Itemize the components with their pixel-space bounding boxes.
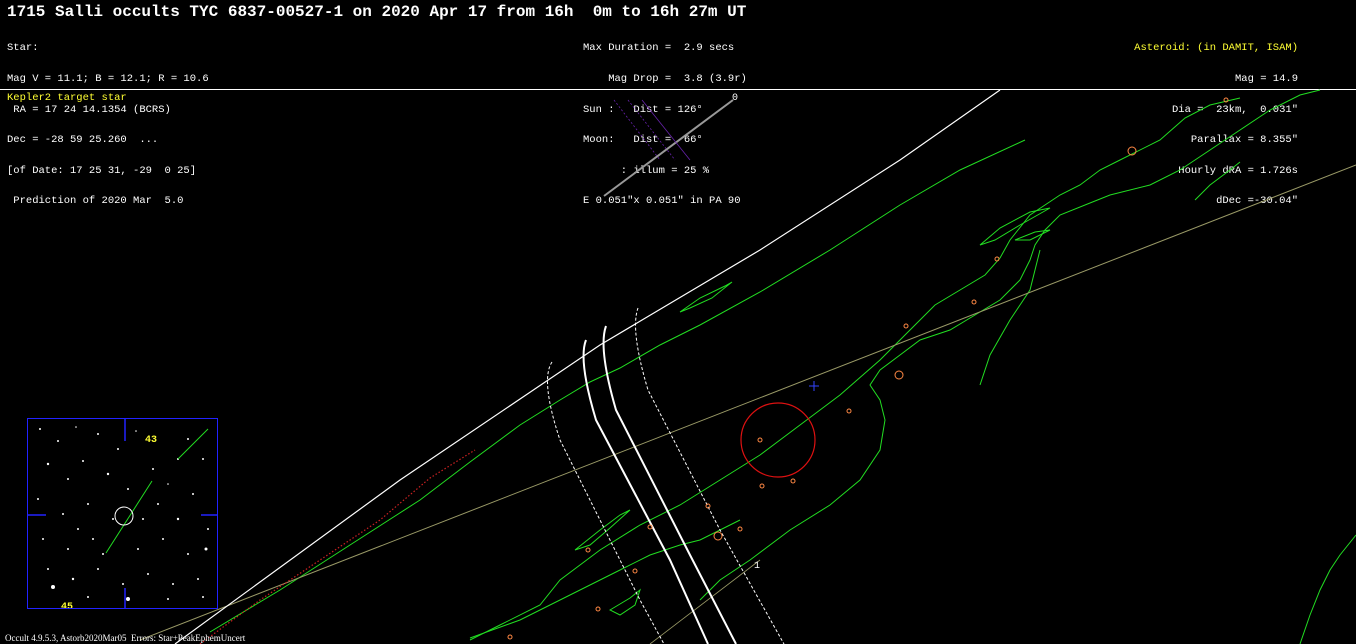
site-marker [757, 437, 763, 443]
star-dot [202, 458, 204, 460]
star-dot [87, 596, 89, 598]
star-dot [176, 517, 180, 521]
star-dot [92, 538, 94, 540]
star-dot [142, 518, 144, 520]
site-markers [507, 97, 1229, 640]
star-dot [37, 498, 39, 500]
star-dot [71, 577, 75, 581]
star-dot [51, 585, 55, 589]
site-marker [632, 568, 638, 574]
site-marker [994, 256, 1000, 262]
north-limit-line [174, 89, 1001, 644]
coastline-main [209, 139, 1026, 633]
inset-label-top: 43 [145, 435, 158, 446]
star-dot [75, 426, 77, 428]
star-dot [82, 460, 84, 462]
path-start-track [603, 99, 734, 197]
site-marker [595, 606, 601, 612]
island-4 [574, 509, 631, 551]
star-dot [167, 598, 169, 600]
site-marker [846, 408, 852, 414]
red-dotted-track [199, 449, 476, 644]
star-dot [97, 433, 99, 435]
star-dot [47, 568, 49, 570]
star-dot [157, 503, 159, 505]
star-chart-canvas [28, 419, 217, 608]
star-dot [202, 596, 204, 598]
star-chart-track [105, 480, 153, 554]
star-dot [126, 597, 130, 601]
site-marker [790, 478, 796, 484]
site-marker [894, 370, 904, 380]
coastline-bottom [1299, 534, 1356, 644]
star-dot [207, 528, 209, 530]
star-dot [167, 483, 169, 485]
star-dot [135, 430, 137, 432]
star-dot [39, 428, 41, 430]
star-dot [147, 573, 149, 575]
star-dot [87, 503, 89, 505]
star-dot [46, 462, 50, 466]
star-chart-inset: 43 45 [27, 418, 218, 609]
path-right [602, 325, 737, 644]
star-dot [137, 548, 139, 550]
star-dot [187, 553, 189, 555]
site-marker [585, 547, 591, 553]
path-start-edge [627, 99, 676, 161]
site-marker [971, 299, 977, 305]
island-5 [608, 588, 642, 616]
occultation-map-window: 1715 Salli occults TYC 6837-00527-1 on 2… [0, 0, 1356, 644]
star-dot [106, 472, 110, 476]
site-marker [759, 483, 765, 489]
island-6 [1194, 161, 1241, 201]
star-field [37, 426, 209, 601]
star-chart-track-2 [177, 428, 209, 460]
star-dot [77, 528, 79, 530]
star-dot [97, 568, 99, 570]
star-dot [162, 538, 164, 540]
island-3 [1014, 229, 1051, 241]
star-dot [172, 583, 174, 585]
target-star-circle [114, 506, 134, 526]
path-start-edge [613, 99, 661, 161]
occultation-path [547, 307, 785, 644]
coastline-inland [469, 97, 1241, 641]
star-dot [187, 438, 189, 440]
star-dot [204, 547, 208, 551]
coastline-east [699, 89, 1321, 601]
site-marker [507, 634, 513, 640]
coastlines [209, 89, 1356, 644]
star-dot [117, 448, 119, 450]
inset-label-bottom: 45 [61, 602, 74, 609]
star-dot [127, 488, 129, 490]
star-dot [102, 553, 104, 555]
site-marker [737, 526, 743, 532]
island-1 [679, 281, 733, 313]
site-marker [647, 524, 653, 530]
island-2 [979, 207, 1051, 246]
shadow-circle [740, 402, 816, 478]
grid-line-short [649, 559, 761, 644]
star-dot [67, 478, 69, 480]
star-dot [67, 548, 69, 550]
center-cross-icon [809, 381, 819, 391]
star-dot [42, 538, 44, 540]
path-start-label: 0 [732, 93, 738, 104]
star-dot [152, 468, 154, 470]
star-dot [62, 513, 64, 515]
star-dot [192, 493, 194, 495]
site-marker [903, 323, 909, 329]
star-dot [112, 518, 114, 520]
star-dot [122, 583, 124, 585]
star-dot [197, 578, 199, 580]
path-end-label: 1 [754, 561, 760, 572]
site-marker [713, 531, 723, 541]
path-left [582, 339, 709, 644]
path-outer-left [547, 361, 665, 644]
footer-credits: Occult 4.9.5.3, Astorb2020Mar05 Errors: … [5, 633, 246, 643]
star-dot [57, 440, 59, 442]
